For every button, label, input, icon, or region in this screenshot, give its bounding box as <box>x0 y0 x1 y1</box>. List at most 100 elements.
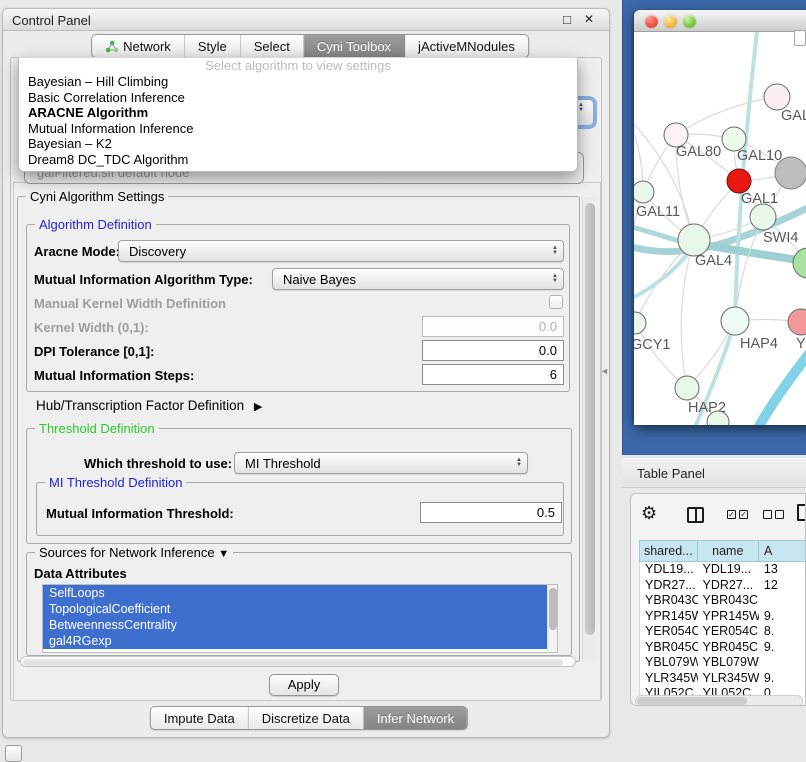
mi-type-combo[interactable]: Naive Bayes ▲▼ <box>272 268 564 290</box>
zoom-traffic-light-icon[interactable] <box>683 15 696 28</box>
tab-label: jActiveMNodules <box>418 39 515 54</box>
mi-steps-field[interactable]: 6 <box>422 364 564 385</box>
manual-kernel-checkbox[interactable] <box>549 295 563 309</box>
network-node[interactable] <box>634 181 654 203</box>
tab-infer-network[interactable]: Infer Network <box>364 707 467 729</box>
dropdown-item[interactable]: Basic Correlation Inference <box>19 90 577 106</box>
attribute-item[interactable]: TopologicalCoefficient <box>43 601 547 617</box>
table-cell: YBL079W <box>698 655 759 671</box>
attribute-item[interactable]: gal4RGexp <box>43 633 547 649</box>
tab-network[interactable]: Network <box>92 35 185 57</box>
table-cell: 12 <box>759 578 806 594</box>
birdseye-button[interactable] <box>794 30 806 46</box>
table-cell <box>759 593 806 609</box>
expand-arrow-icon[interactable]: ▶ <box>254 401 262 413</box>
table-hscrollbar[interactable] <box>635 695 803 706</box>
attribute-item[interactable]: SelfLoops <box>43 585 547 601</box>
table-hscrollbar-thumb[interactable] <box>637 697 747 705</box>
table-row[interactable]: YBL079WYBL079W <box>640 655 806 671</box>
settings-hscrollbar[interactable] <box>20 656 576 667</box>
table-cell: YDR27... <box>640 578 698 594</box>
settings-scrollbar-thumb[interactable] <box>585 203 595 635</box>
network-node[interactable] <box>793 248 806 278</box>
collapse-arrow-icon[interactable]: ▼ <box>218 548 229 560</box>
dpi-tolerance-label: DPI Tolerance [0,1]: <box>34 344 154 359</box>
columns-icon[interactable] <box>687 507 704 523</box>
table-row[interactable]: YDR27...YDR27...12 <box>640 578 806 594</box>
dropdown-item[interactable]: Bayesian – K2 <box>19 136 577 152</box>
table-row[interactable]: YBR043CYBR043C <box>640 593 806 609</box>
network-node[interactable] <box>727 169 751 193</box>
tab-select[interactable]: Select <box>241 35 304 57</box>
network-node[interactable] <box>764 84 790 110</box>
attribute-item[interactable]: BetweennessCentrality <box>43 617 547 633</box>
network-node[interactable] <box>750 204 776 230</box>
table-row[interactable]: YLR345WYLR345W9. <box>640 671 806 687</box>
restore-panel-button[interactable] <box>5 745 22 762</box>
network-window-titlebar[interactable] <box>634 10 806 32</box>
attributes-scrollbar[interactable] <box>547 585 557 651</box>
network-node-label: GAL80 <box>676 144 721 160</box>
minimize-traffic-light-icon[interactable] <box>664 15 677 28</box>
aracne-mode-label: Aracne Mode: <box>34 244 120 259</box>
mi-threshold-field[interactable]: 0.5 <box>420 502 562 523</box>
settings-scrollbar[interactable] <box>582 197 595 660</box>
dropdown-item[interactable]: Dream8 DC_TDC Algorithm <box>19 152 577 168</box>
aracne-mode-combo[interactable]: Discovery ▲▼ <box>118 240 564 262</box>
column-header[interactable]: shared... <box>639 540 697 562</box>
network-node[interactable] <box>775 157 806 189</box>
stepper-arrows-icon: ▲▼ <box>511 458 527 468</box>
network-canvas[interactable]: GALGAL80GAL10GAL1GAL11SWI4GAL4GCY1HAP4YH… <box>634 32 806 425</box>
deselect-all-icon[interactable] <box>763 510 784 519</box>
network-edge-highlighted <box>757 350 806 425</box>
tab-discretize-data[interactable]: Discretize Data <box>249 707 364 729</box>
table-row[interactable]: YPR145WYPR145W9. <box>640 609 806 625</box>
control-panel-title: Control Panel <box>12 13 91 28</box>
dropdown-item[interactable]: Bayesian – Hill Climbing <box>19 74 577 90</box>
apply-button[interactable]: Apply <box>269 674 339 696</box>
tab-impute-data[interactable]: Impute Data <box>151 707 249 729</box>
network-node[interactable] <box>634 312 646 334</box>
network-window[interactable]: GALGAL80GAL10GAL1GAL11SWI4GAL4GCY1HAP4YH… <box>634 10 806 425</box>
data-attributes-list[interactable]: SelfLoopsTopologicalCoefficientBetweenne… <box>42 584 558 653</box>
close-traffic-light-icon[interactable] <box>645 15 658 28</box>
tab-style[interactable]: Style <box>185 35 241 57</box>
data-operation-tabs: Impute DataDiscretize DataInfer Network <box>150 706 468 730</box>
table-row[interactable]: YER054CYER054C8. <box>640 624 806 640</box>
table-row[interactable]: YDL19...YDL19...13 <box>640 562 806 578</box>
network-node[interactable] <box>721 307 749 335</box>
select-all-icon[interactable]: ✓✓ <box>727 510 748 519</box>
table-cell: YER054C <box>640 624 698 640</box>
dropdown-item[interactable]: ARACNE Algorithm <box>19 105 577 121</box>
network-node-label: SWI4 <box>763 230 798 246</box>
table-cell: 9. <box>759 640 806 656</box>
network-node[interactable] <box>675 376 699 400</box>
panel-resize-handle[interactable]: ◄ <box>600 366 609 376</box>
app-root: Control Panel □ ✕ NetworkStyleSelectCyni… <box>0 0 806 762</box>
table-cell: 9. <box>759 609 806 625</box>
close-icon[interactable]: ✕ <box>581 12 597 26</box>
table-cell: YBR045C <box>640 640 698 656</box>
kernel-width-field[interactable]: 0.0 <box>422 316 564 337</box>
table-panel: ⚙ ✓✓ shared...nameA YDL19...YDL19...13YD… <box>630 493 806 706</box>
gear-icon[interactable]: ⚙ <box>641 503 657 524</box>
table-row[interactable]: YBR045CYBR045C9. <box>640 640 806 656</box>
attributes-scrollbar-thumb[interactable] <box>549 588 557 630</box>
float-window-icon[interactable]: □ <box>559 12 575 27</box>
tab-jactivemnodules[interactable]: jActiveMNodules <box>405 35 528 57</box>
network-node[interactable] <box>788 309 806 335</box>
table-cell: YBL079W <box>640 655 698 671</box>
file-icon[interactable] <box>797 504 806 521</box>
column-header[interactable]: name <box>697 540 759 562</box>
settings-hscrollbar-thumb[interactable] <box>23 659 563 666</box>
network-icon <box>105 40 118 53</box>
tab-cyni-toolbox[interactable]: Cyni Toolbox <box>304 35 405 57</box>
network-node[interactable] <box>678 224 710 256</box>
control-panel-titlebar[interactable]: Control Panel □ ✕ <box>2 8 610 31</box>
dpi-tolerance-field[interactable]: 0.0 <box>422 340 564 361</box>
which-threshold-combo[interactable]: MI Threshold ▲▼ <box>234 452 528 474</box>
dropdown-item[interactable]: Mutual Information Inference <box>19 121 577 137</box>
network-node-label: GAL <box>781 108 806 124</box>
hub-section-label[interactable]: Hub/Transcription Factor Definition ▶ <box>36 398 262 413</box>
column-header[interactable]: A <box>758 540 806 562</box>
